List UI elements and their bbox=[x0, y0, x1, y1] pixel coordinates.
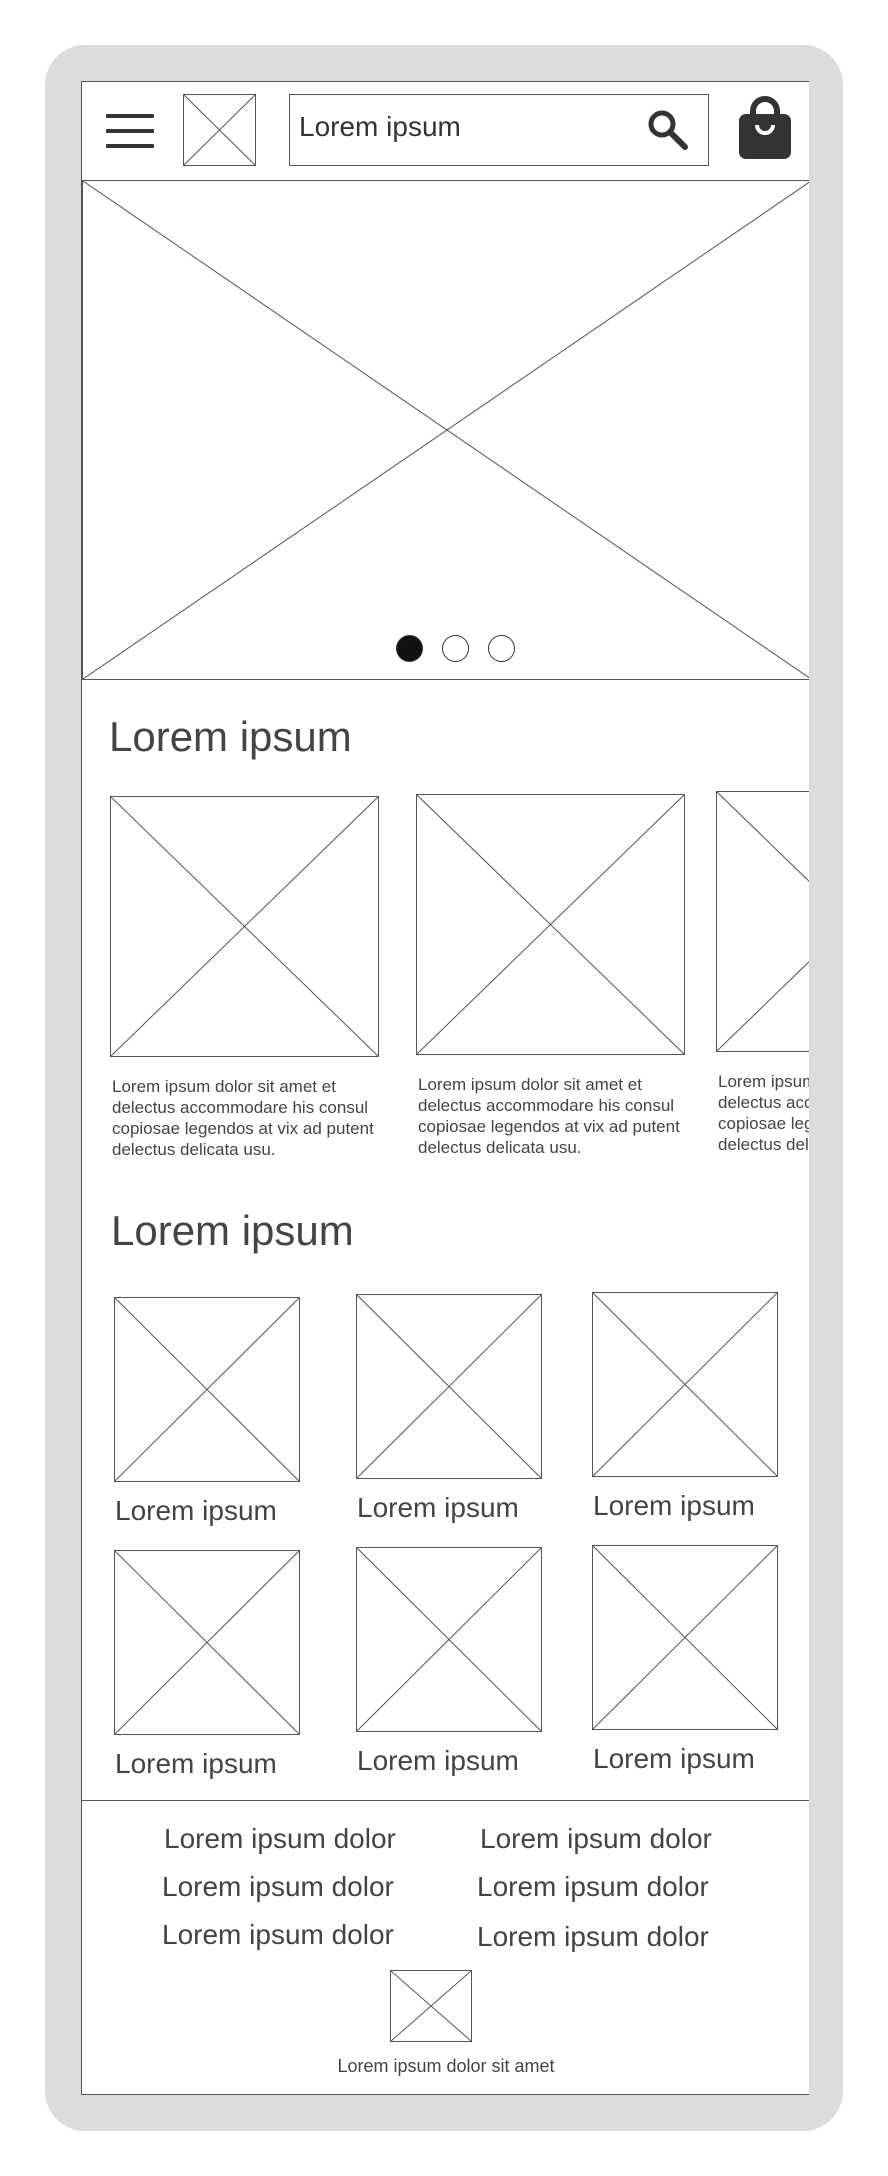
carousel-dot[interactable] bbox=[442, 635, 469, 662]
search-icon[interactable] bbox=[646, 108, 690, 152]
featured-card-image[interactable] bbox=[416, 794, 685, 1055]
footer-link[interactable]: Lorem ipsum dolor bbox=[477, 1871, 709, 1903]
shopping-bag-icon[interactable] bbox=[737, 95, 793, 161]
footer-logo-placeholder bbox=[390, 1970, 472, 2042]
featured-card-image[interactable] bbox=[110, 796, 379, 1057]
featured-card-description: Lorem ipsum dolor sit amet et delectus a… bbox=[418, 1075, 680, 1157]
footer-link[interactable]: Lorem ipsum dolor bbox=[162, 1919, 394, 1951]
featured-card-description: Lorem ipsum dolor sit amet et delectus a… bbox=[718, 1072, 809, 1154]
featured-card-image[interactable] bbox=[716, 791, 809, 1052]
footer-link[interactable]: Lorem ipsum dolor bbox=[162, 1871, 394, 1903]
grid-item-image[interactable] bbox=[114, 1297, 300, 1482]
footer-link[interactable]: Lorem ipsum dolor bbox=[477, 1921, 709, 1953]
footer-caption: Lorem ipsum dolor sit amet bbox=[337, 2056, 555, 2076]
grid-item-label[interactable]: Lorem ipsum bbox=[115, 1748, 277, 1780]
hero-carousel[interactable] bbox=[82, 180, 809, 680]
grid-item-label[interactable]: Lorem ipsum bbox=[593, 1743, 755, 1775]
search-input-value: Lorem ipsum bbox=[299, 111, 461, 142]
logo-placeholder[interactable] bbox=[183, 94, 256, 166]
grid-item-label[interactable]: Lorem ipsum bbox=[357, 1745, 519, 1777]
featured-section-title: Lorem ipsum bbox=[109, 713, 352, 760]
grid-item-label[interactable]: Lorem ipsum bbox=[357, 1492, 519, 1524]
footer: Lorem ipsum dolor Lorem ipsum dolor Lore… bbox=[82, 1800, 809, 2094]
grid-item-image[interactable] bbox=[592, 1545, 778, 1730]
grid-section-title: Lorem ipsum bbox=[111, 1207, 354, 1254]
carousel-dot[interactable] bbox=[488, 635, 515, 662]
featured-card-description: Lorem ipsum dolor sit amet et delectus a… bbox=[112, 1077, 374, 1159]
grid-item-label[interactable]: Lorem ipsum bbox=[593, 1490, 755, 1522]
grid-item-image[interactable] bbox=[356, 1294, 542, 1479]
footer-link[interactable]: Lorem ipsum dolor bbox=[164, 1823, 396, 1855]
hamburger-icon[interactable] bbox=[106, 114, 154, 148]
footer-link[interactable]: Lorem ipsum dolor bbox=[480, 1823, 712, 1855]
carousel-dot[interactable] bbox=[396, 635, 423, 662]
mobile-screen: Lorem ipsum Lorem ipsum Lorem ipsum dolo… bbox=[81, 81, 809, 2095]
grid-item-label[interactable]: Lorem ipsum bbox=[115, 1495, 277, 1527]
grid-item-image[interactable] bbox=[356, 1547, 542, 1732]
search-input[interactable]: Lorem ipsum bbox=[289, 94, 709, 166]
grid-item-image[interactable] bbox=[114, 1550, 300, 1735]
grid-item-image[interactable] bbox=[592, 1292, 778, 1477]
